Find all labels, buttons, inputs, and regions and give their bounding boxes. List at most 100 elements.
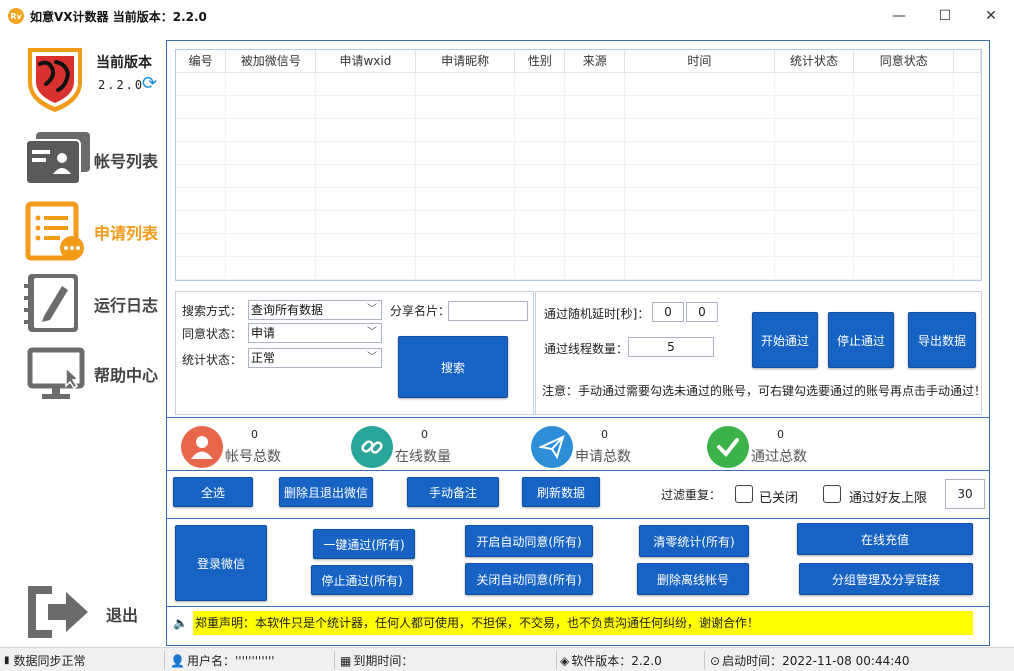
stat-pass-total-value: 0 <box>777 428 784 441</box>
user-icon <box>181 426 223 468</box>
refresh-icon[interactable]: ⟳ <box>142 74 162 94</box>
stat-request-total-label: 申请总数 <box>575 449 631 465</box>
column-header[interactable]: 同意状态 <box>853 50 955 73</box>
stat-online-count-value: 0 <box>421 428 428 441</box>
column-header[interactable]: 统计状态 <box>774 50 855 73</box>
thread-count-label: 通过线程数量： <box>544 342 629 356</box>
stats-row: 0 帐号总数 0 在线数量 0 申请总数 0 通过总数 <box>167 417 989 471</box>
column-header[interactable]: 申请昵称 <box>415 50 516 73</box>
delay-label: 通过随机延时[秒]： <box>544 307 650 321</box>
maximize-button[interactable]: ☐ <box>922 0 968 32</box>
login-wechat-button[interactable]: 登录微信 <box>175 525 267 601</box>
search-button[interactable]: 搜索 <box>398 336 508 398</box>
column-header[interactable]: 申请wxid <box>315 50 416 73</box>
request-table[interactable]: 编号 被加微信号 申请wxid 申请昵称 性别 来源 时间 统计状态 同意状态 <box>175 49 982 281</box>
stat-account-total-value: 0 <box>251 428 258 441</box>
friend-limit-checkbox[interactable] <box>823 485 841 503</box>
play-circle-icon: ⊙ <box>710 653 721 668</box>
calendar-icon: ▦ <box>340 653 352 668</box>
start-label: 启动时间： <box>722 654 783 668</box>
start-time-status: ⊙ 启动时间： 2022-11-08 00:44:40 <box>710 652 910 669</box>
share-card-input[interactable] <box>448 301 528 321</box>
manual-pass-note: 注意：手动通过需要勾选未通过的账号，可右键勾选要通过的账号再点击手动通过！ <box>542 384 987 398</box>
nav-request-list[interactable]: 申请列表 <box>22 200 164 264</box>
search-mode-select[interactable]: 查询所有数据 ﹀ <box>248 300 382 320</box>
user-label: 用户名： <box>186 654 235 668</box>
chevron-down-icon: ﹀ <box>367 304 377 315</box>
thread-count-input[interactable]: 5 <box>628 337 714 357</box>
title-bar: Rv 如意VX计数器 当前版本：2.2.0 — ☐ ✕ <box>0 0 1014 32</box>
column-header[interactable]: 性别 <box>514 50 566 73</box>
column-header[interactable]: 编号 <box>176 50 227 73</box>
nav-account-list[interactable]: 帐号列表 <box>22 128 164 192</box>
bottom-actions: 登录微信 一键通过(所有) 停止通过(所有) 开启自动同意(所有) 关闭自动同意… <box>167 519 989 607</box>
sync-status: ▮ 数据同步正常 <box>4 652 86 669</box>
nav-run-log[interactable]: 运行日志 <box>22 272 164 336</box>
status-separator <box>704 651 705 669</box>
filter-duplicate-label: 过滤重复： <box>661 488 722 502</box>
column-header[interactable]: 被加微信号 <box>225 50 317 73</box>
share-card-label: 分享名片： <box>390 304 451 318</box>
group-share-button[interactable]: 分组管理及分享链接 <box>799 563 973 595</box>
stop-pass-button[interactable]: 停止通过 <box>828 312 894 368</box>
table-row <box>176 210 981 234</box>
stop-pass-all-button[interactable]: 停止通过(所有) <box>311 565 413 595</box>
table-row <box>176 164 981 188</box>
version-value: 2.2.0 <box>631 653 662 668</box>
online-recharge-button[interactable]: 在线充值 <box>797 523 973 555</box>
minimize-button[interactable]: — <box>876 0 922 32</box>
clear-stats-button[interactable]: 清零统计(所有) <box>639 525 749 557</box>
version-title: 当前版本 <box>96 55 152 71</box>
user-outline-icon: 👤 <box>170 653 185 668</box>
agree-status-select[interactable]: 申请 ﹀ <box>248 323 382 343</box>
log-icon <box>24 274 78 332</box>
link-icon <box>351 426 393 468</box>
nav-request-list-label: 申请列表 <box>94 224 159 243</box>
stat-status-value: 正常 <box>251 351 276 365</box>
pass-all-button[interactable]: 一键通过(所有) <box>313 529 415 559</box>
help-center-icon <box>27 347 85 399</box>
delay-max-input[interactable]: 0 <box>686 302 718 322</box>
nav-run-log-label: 运行日志 <box>94 296 159 315</box>
column-header-filler <box>953 50 981 73</box>
request-list-icon <box>25 201 84 261</box>
nav-exit[interactable]: 退出 <box>22 582 162 642</box>
friend-limit-label: 通过好友上限 <box>849 491 928 506</box>
status-bar: ▮ 数据同步正常 👤 用户名： '''''''''''' ▦ 到期时间： ◈ 软… <box>0 647 1014 671</box>
account-list-icon <box>25 132 90 185</box>
expire-label: 到期时间： <box>353 654 414 668</box>
delete-offline-button[interactable]: 删除离线帐号 <box>637 563 749 595</box>
status-separator <box>556 651 557 669</box>
user-status: 👤 用户名： '''''''''''' <box>170 652 275 669</box>
start-value: 2022-11-08 00:44:40 <box>782 653 910 668</box>
column-header[interactable]: 时间 <box>624 50 775 73</box>
software-version-status: ◈ 软件版本： 2.2.0 <box>560 652 662 669</box>
stat-status-select[interactable]: 正常 ﹀ <box>248 348 382 368</box>
thread-panel: 通过随机延时[秒]： 0 0 通过线程数量： 5 开始通过 停止通过 导出数据 … <box>535 291 986 415</box>
stat-online-count-label: 在线数量 <box>395 449 451 465</box>
delete-exit-wechat-button[interactable]: 删除且退出微信 <box>279 477 373 507</box>
nav-help-center-label: 帮助中心 <box>94 366 159 385</box>
disclaimer-bar: 🔈 郑重声明：本软件只是个统计器，任何人都可使用，不担保，不交易，也不负责沟通任… <box>173 611 973 635</box>
close-button[interactable]: ✕ <box>968 0 1014 32</box>
refresh-data-button[interactable]: 刷新数据 <box>522 477 600 507</box>
start-pass-button[interactable]: 开始通过 <box>752 312 818 368</box>
speaker-icon: 🔈 <box>173 616 188 630</box>
delay-min-input[interactable]: 0 <box>652 302 684 322</box>
select-all-button[interactable]: 全选 <box>173 477 253 507</box>
sync-status-text: 数据同步正常 <box>13 654 86 668</box>
column-header[interactable]: 来源 <box>564 50 626 73</box>
nav-help-center[interactable]: 帮助中心 <box>22 342 164 406</box>
enable-auto-agree-button[interactable]: 开启自动同意(所有) <box>465 525 593 557</box>
agree-status-value: 申请 <box>251 326 276 340</box>
filter-closed-checkbox[interactable] <box>735 485 753 503</box>
friend-limit-input[interactable]: 30 <box>945 479 985 509</box>
stat-pass-total: 0 通过总数 <box>707 426 877 470</box>
stat-pass-total-label: 通过总数 <box>751 449 807 465</box>
table-row <box>176 187 981 211</box>
version-number: 2.2.0 <box>98 78 145 92</box>
version-block: 当前版本 2.2.0 ⟳ <box>22 42 162 122</box>
export-data-button[interactable]: 导出数据 <box>908 312 976 368</box>
manual-note-button[interactable]: 手动备注 <box>407 477 499 507</box>
disable-auto-agree-button[interactable]: 关闭自动同意(所有) <box>465 563 593 595</box>
